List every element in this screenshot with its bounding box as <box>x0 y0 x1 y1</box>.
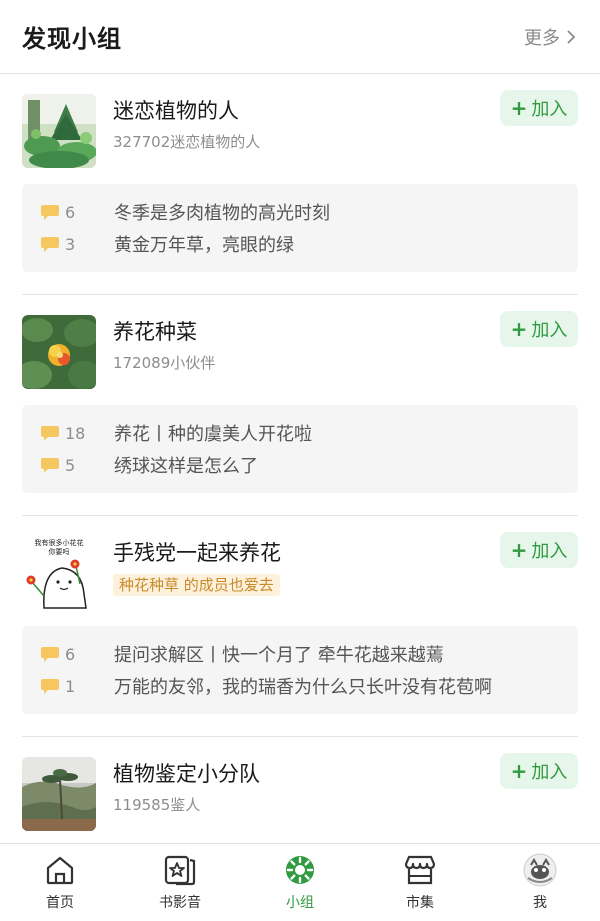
join-button[interactable]: + 加入 <box>500 753 578 789</box>
topic-comment-count: 6 <box>65 202 76 222</box>
topic-comment-count: 5 <box>65 455 76 475</box>
group-thumbnail[interactable]: 我有很多小花花 你要吗 <box>22 536 96 610</box>
topic-item[interactable]: 6 冬季是多肉植物的高光时刻 <box>22 196 578 228</box>
comment-bubble-icon <box>41 678 59 694</box>
topic-title[interactable]: 冬季是多肉植物的高光时刻 <box>114 199 330 225</box>
topic-item[interactable]: 5 绣球这样是怎么了 <box>22 449 578 481</box>
topic-comment-count: 3 <box>65 234 76 254</box>
topic-item[interactable]: 6 提问求解区丨快一个月了 牵牛花越来越蔫 <box>22 638 578 670</box>
tab-label: 首页 <box>46 895 74 911</box>
comment-bubble-icon <box>41 236 59 252</box>
tab-market[interactable]: 市集 <box>360 844 480 921</box>
tab-me[interactable]: 我 <box>480 844 600 921</box>
group-name[interactable]: 养花种菜 <box>113 317 215 347</box>
group-thumbnail[interactable] <box>22 315 96 389</box>
plus-icon: + <box>510 317 528 341</box>
page-title: 发现小组 <box>22 25 122 53</box>
plus-icon: + <box>510 538 528 562</box>
topic-list: 18 养花丨种的虞美人开花啦 5 绣球这样是怎么了 <box>22 405 578 493</box>
group-member-count: 172089小伙伴 <box>113 354 216 372</box>
home-icon <box>46 856 74 885</box>
topic-title[interactable]: 养花丨种的虞美人开花啦 <box>114 420 312 446</box>
topic-list: 6 提问求解区丨快一个月了 牵牛花越来越蔫 1 万能的友邻，我的瑞香为什么只长叶… <box>22 626 578 714</box>
group-thumbnail[interactable] <box>22 94 96 168</box>
thumbnail-caption: 你要吗 <box>49 547 70 556</box>
more-link[interactable]: 更多 <box>524 24 578 50</box>
avatar-icon <box>523 853 557 887</box>
tab-media[interactable]: 书影音 <box>120 844 240 921</box>
join-button[interactable]: + 加入 <box>500 90 578 126</box>
topic-title[interactable]: 万能的友邻，我的瑞香为什么只长叶没有花苞啊 <box>114 673 492 699</box>
join-button[interactable]: + 加入 <box>500 532 578 568</box>
group-card[interactable]: 迷恋植物的人 327702迷恋植物的人 + 加入 6 冬季是多肉植物的高光时刻 … <box>0 74 600 272</box>
tab-home[interactable]: 首页 <box>0 844 120 921</box>
related-group-tag[interactable]: 种花种草 的成员也爱去 <box>113 574 280 596</box>
tab-label: 书影音 <box>159 895 201 911</box>
topic-item[interactable]: 18 养花丨种的虞美人开花啦 <box>22 417 578 449</box>
topic-title[interactable]: 提问求解区丨快一个月了 牵牛花越来越蔫 <box>114 641 444 667</box>
chevron-right-icon <box>567 29 576 44</box>
topic-item[interactable]: 3 黄金万年草，亮眼的绿 <box>22 228 578 260</box>
topic-item[interactable]: 1 万能的友邻，我的瑞香为什么只长叶没有花苞啊 <box>22 670 578 702</box>
join-label: 加入 <box>531 320 568 341</box>
topic-title[interactable]: 绣球这样是怎么了 <box>114 452 258 478</box>
section-header: 发现小组 更多 <box>0 0 600 74</box>
group-name[interactable]: 植物鉴定小分队 <box>113 759 260 789</box>
topic-comment-count: 18 <box>65 423 86 443</box>
group-thumbnail[interactable] <box>22 757 96 831</box>
tab-label: 小组 <box>286 895 314 911</box>
media-icon <box>164 855 196 886</box>
join-button[interactable]: + 加入 <box>500 311 578 347</box>
group-member-count: 119585鉴人 <box>113 796 201 814</box>
topic-title[interactable]: 黄金万年草，亮眼的绿 <box>114 231 294 257</box>
thumbnail-caption: 我有很多小花花 <box>35 538 84 547</box>
group-name[interactable]: 迷恋植物的人 <box>113 96 260 126</box>
group-icon <box>286 856 314 884</box>
join-label: 加入 <box>531 762 568 783</box>
topic-list: 6 冬季是多肉植物的高光时刻 3 黄金万年草，亮眼的绿 <box>22 184 578 272</box>
group-card[interactable]: 植物鉴定小分队 119585鉴人 + 加入 <box>0 737 600 847</box>
group-card[interactable]: 我有很多小花花 你要吗 手残党一起来养花 种花种草 的成员也爱去 + 加入 6 … <box>0 516 600 714</box>
plus-icon: + <box>510 759 528 783</box>
join-label: 加入 <box>531 541 568 562</box>
comment-bubble-icon <box>41 646 59 662</box>
tab-label: 市集 <box>406 895 434 911</box>
more-label: 更多 <box>524 27 560 49</box>
topic-comment-count: 1 <box>65 676 76 696</box>
comment-bubble-icon <box>41 457 59 473</box>
group-name[interactable]: 手残党一起来养花 <box>113 538 281 568</box>
tab-label: 我 <box>533 895 547 911</box>
comment-bubble-icon <box>41 204 59 220</box>
tab-group[interactable]: 小组 <box>240 844 360 921</box>
plus-icon: + <box>510 96 528 120</box>
comment-bubble-icon <box>41 425 59 441</box>
market-icon <box>404 855 436 885</box>
bottom-tab-bar: 首页 书影音 小组 市集 我 <box>0 843 600 921</box>
group-member-count: 327702迷恋植物的人 <box>113 133 261 151</box>
join-label: 加入 <box>531 99 568 120</box>
topic-comment-count: 6 <box>65 644 76 664</box>
group-card[interactable]: 养花种菜 172089小伙伴 + 加入 18 养花丨种的虞美人开花啦 5 绣球这… <box>0 295 600 493</box>
